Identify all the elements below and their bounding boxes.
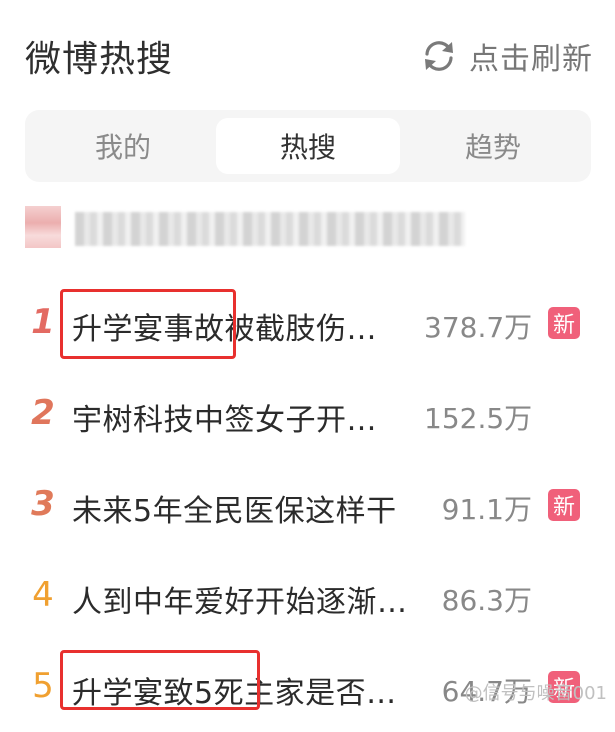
rank-number: 1 [31,302,55,342]
tab-hot-search[interactable]: 热搜 [216,118,400,174]
heat-count: 152.5万 [424,402,533,435]
topic-title: 宇树科技中签女子开… [72,403,377,438]
watermark: @信号与噪音001 [464,683,607,704]
rank-number: 3 [31,484,55,524]
heat-count: 378.7万 [424,311,533,344]
list-item[interactable]: 2 宇树科技中签女子开… 152.5万 [0,367,615,459]
pinned-topic-blurred[interactable] [25,202,465,252]
tab-trends[interactable]: 趋势 [401,118,585,174]
pinned-icon-blurred [25,206,61,248]
list-item[interactable]: 4 人到中年爱好开始逐渐… 86.3万 [0,549,615,641]
refresh-button[interactable]: 点击刷新 [419,34,593,78]
highlight-box [60,289,236,359]
topic-title: 人到中年爱好开始逐渐… [72,585,408,620]
rank-number: 4 [32,575,54,615]
rank-number: 2 [31,393,55,433]
refresh-label: 点击刷新 [469,42,593,77]
tab-bar: 我的 热搜 趋势 [25,110,591,182]
page-title: 微博热搜 [25,39,174,80]
refresh-icon [425,41,453,71]
list-item[interactable]: 1 升学宴事故被截肢伤… 378.7万 新 [0,276,615,368]
header: 微博热搜 点击刷新 [0,0,615,100]
heat-count: 86.3万 [441,584,532,617]
pinned-text-blurred [75,212,465,246]
new-badge: 新 [548,489,580,521]
new-badge: 新 [548,307,580,339]
topic-title: 未来5年全民医保这样干 [72,494,397,529]
rank-number: 5 [32,666,54,706]
heat-count: 91.1万 [441,493,532,526]
list-item[interactable]: 3 未来5年全民医保这样干 91.1万 新 [0,458,615,550]
tab-mine[interactable]: 我的 [31,118,215,174]
highlight-box [60,650,260,710]
